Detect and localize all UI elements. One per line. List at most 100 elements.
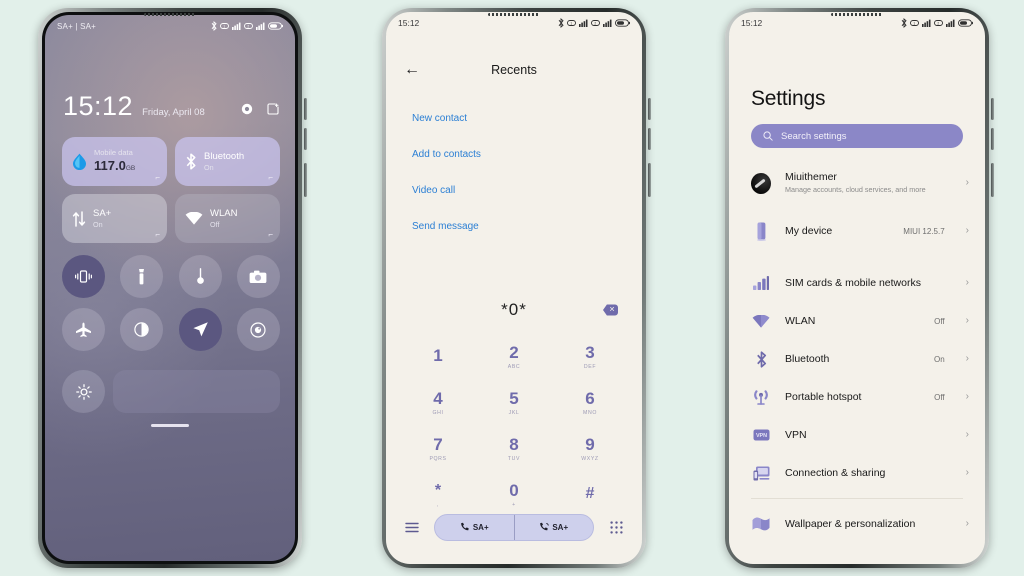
volume-up-button[interactable]: [304, 98, 307, 120]
settings-row-account[interactable]: Miuithemer Manage accounts, cloud servic…: [729, 160, 985, 206]
tile-expand-arrow[interactable]: ⌐: [155, 230, 160, 239]
auto-brightness-button[interactable]: [62, 370, 105, 413]
power-button[interactable]: [991, 163, 994, 197]
menu-item-add-to-contacts[interactable]: Add to contacts: [386, 136, 642, 172]
key-digit: 7: [433, 435, 443, 454]
tile-expand-arrow[interactable]: ⌐: [155, 173, 160, 182]
signal2-icon: [256, 22, 265, 30]
hamburger-icon[interactable]: [404, 522, 420, 533]
menu-item-new-contact[interactable]: New contact: [386, 100, 642, 136]
battery-icon: [958, 19, 973, 27]
location-arrow-icon: [193, 322, 208, 337]
toggle-location[interactable]: [178, 308, 222, 351]
dialed-number[interactable]: *0*: [501, 300, 527, 320]
brightness-slider[interactable]: [113, 370, 280, 413]
tile-sa-plus-state: On: [93, 220, 103, 230]
key-8[interactable]: 8 TUV: [476, 426, 552, 472]
key-9[interactable]: 9 WXYZ: [552, 426, 628, 472]
toggle-vibrate[interactable]: [62, 255, 105, 298]
settings-row-sim-cards[interactable]: SIM cards & mobile networks ›: [729, 264, 985, 302]
menu-item-send-message[interactable]: Send message: [386, 208, 642, 244]
phone1-bezel: SA+ | SA+ 1 2 15:12 Friday, April 08 Mob…: [42, 12, 298, 564]
flashlight-icon: [139, 268, 145, 284]
edit-tiles-icon[interactable]: [267, 103, 279, 115]
key-letters: JKL: [508, 410, 520, 416]
wallpaper-icon: [751, 517, 771, 531]
key-5[interactable]: 5 JKL: [476, 380, 552, 426]
key-6[interactable]: 6 MNO: [552, 380, 628, 426]
power-button[interactable]: [648, 163, 651, 197]
toggle-flashlight[interactable]: [120, 255, 164, 298]
tile-row-2: SA+ On ⌐ WLAN Off ⌐: [62, 194, 280, 243]
volume-down-button[interactable]: [648, 128, 651, 150]
key-3[interactable]: 3 DEF: [552, 334, 628, 380]
tile-expand-arrow[interactable]: ⌐: [268, 173, 273, 182]
settings-row-wallpaper[interactable]: Wallpaper & personalization ›: [729, 505, 985, 543]
vibrate-icon: [75, 270, 92, 283]
tile-wlan[interactable]: WLAN Off ⌐: [175, 194, 280, 243]
page-title: Settings: [751, 87, 826, 110]
account-subtitle: Manage accounts, cloud services, and mor…: [785, 185, 926, 195]
wifi-icon: [185, 212, 203, 225]
account-name: Miuithemer: [785, 171, 837, 184]
key-letters: ,: [436, 501, 440, 508]
toggle-grid: [62, 255, 280, 361]
row-label: SIM cards & mobile networks: [785, 277, 921, 289]
settings-row-my-device[interactable]: My device MIUI 12.5.7 ›: [729, 212, 985, 250]
app-bar: ← Recents: [386, 58, 642, 82]
settings-row-vpn[interactable]: VPN VPN ›: [729, 416, 985, 454]
toggle-airplane-mode[interactable]: [62, 308, 105, 351]
phone-settings: 15:12 1 2 Settings Search settings Miuit…: [725, 8, 994, 568]
key-4[interactable]: 4 GHI: [400, 380, 476, 426]
tile-sa-plus[interactable]: SA+ On ⌐: [62, 194, 167, 243]
settings-row-wlan[interactable]: WLAN Off ›: [729, 302, 985, 340]
tile-mobile-data[interactable]: Mobile data 117.0GB ⌐: [62, 137, 167, 186]
chevron-right-icon: ›: [965, 353, 969, 364]
search-placeholder: Search settings: [781, 130, 847, 142]
chevron-right-icon: ›: [965, 177, 969, 188]
data-drop-icon: [73, 153, 86, 170]
keypad-grid-icon[interactable]: [608, 520, 624, 534]
toggle-screen-record[interactable]: [236, 308, 280, 351]
vpn-icon: VPN: [751, 429, 771, 441]
key-letters: GHI: [432, 410, 444, 416]
key-1[interactable]: 1: [400, 334, 476, 380]
search-input[interactable]: Search settings: [751, 124, 963, 148]
sim2-icon: 2: [244, 23, 253, 29]
signal1-icon: [579, 19, 588, 27]
row-label: Wallpaper & personalization: [785, 518, 916, 530]
dial-input-row: *0* ✕: [386, 298, 642, 322]
menu-item-video-call[interactable]: Video call: [386, 172, 642, 208]
settings-row-bluetooth[interactable]: Bluetooth On ›: [729, 340, 985, 378]
home-indicator[interactable]: [151, 424, 189, 427]
backspace-icon[interactable]: ✕: [603, 304, 618, 316]
speaker-grille: [831, 13, 883, 16]
keypad-row: 4 GHI 5 JKL 6 MNO: [400, 380, 628, 426]
tile-bluetooth[interactable]: Bluetooth On ⌐: [175, 137, 280, 186]
phone-control-center: SA+ | SA+ 1 2 15:12 Friday, April 08 Mob…: [38, 8, 307, 568]
toggle-dark-mode[interactable]: [120, 308, 164, 351]
volume-down-button[interactable]: [991, 128, 994, 150]
key-digit: *: [434, 481, 442, 499]
settings-gear-icon[interactable]: [241, 103, 253, 115]
chevron-right-icon: ›: [965, 518, 969, 529]
power-button[interactable]: [304, 163, 307, 197]
key-7[interactable]: 7 PQRS: [400, 426, 476, 472]
call-button-sim2[interactable]: SA+: [513, 514, 594, 540]
signal1-icon: [922, 19, 931, 27]
key-2[interactable]: 2 ABC: [476, 334, 552, 380]
row-label: Portable hotspot: [785, 391, 862, 403]
volume-up-button[interactable]: [991, 98, 994, 120]
settings-row-connection-sharing[interactable]: Connection & sharing ›: [729, 454, 985, 492]
record-icon: [250, 321, 267, 338]
tile-expand-arrow[interactable]: ⌐: [268, 230, 273, 239]
call-button-sim1[interactable]: SA+: [435, 515, 514, 540]
toggle-camera[interactable]: [236, 255, 280, 298]
keypad-row: 1 2 ABC 3 DEF: [400, 334, 628, 380]
toggle-screenshot[interactable]: [178, 255, 222, 298]
tile-mobile-data-unit: GB: [125, 165, 136, 172]
volume-up-button[interactable]: [648, 98, 651, 120]
volume-down-button[interactable]: [304, 128, 307, 150]
settings-row-portable-hotspot[interactable]: Portable hotspot Off ›: [729, 378, 985, 416]
